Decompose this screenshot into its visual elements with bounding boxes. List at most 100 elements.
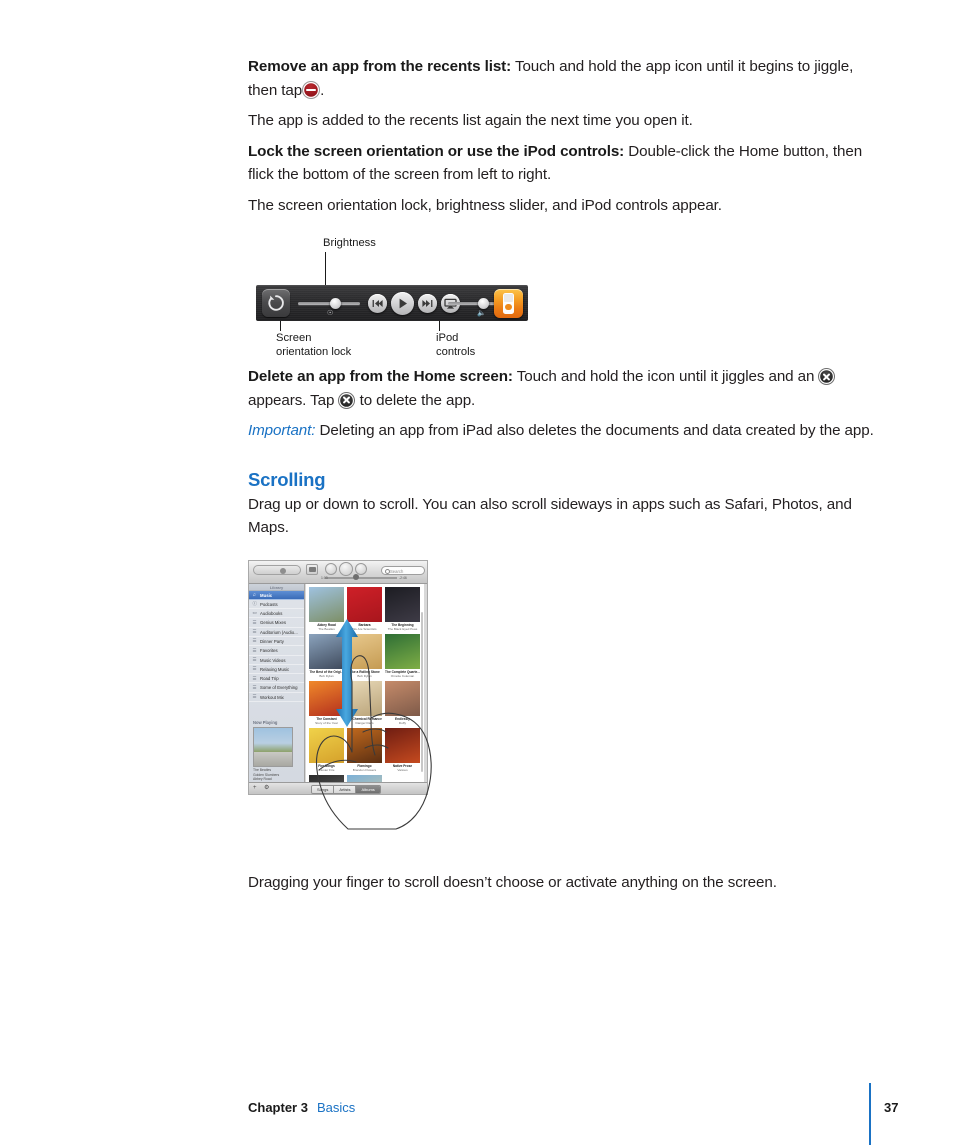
sidebar-item-auditorium-audio[interactable]: ☰ Auditorium (Audio... (249, 628, 304, 637)
ipod-app-icon-body (503, 292, 514, 314)
sidebar-item-label: Audiobooks (260, 611, 283, 617)
play-icon (399, 298, 407, 308)
sidebar-item-label: Genius Mixes (260, 620, 287, 626)
sidebar-item-label: Road Trip (260, 676, 279, 682)
section-heading-scrolling: Scrolling (248, 468, 326, 490)
volume-speaker-icon: 🔈 (477, 310, 486, 317)
sidebar-item-music[interactable]: ♫ Music (249, 590, 304, 600)
sidebar-item-label: Music (260, 592, 273, 598)
rotation-lock-button[interactable] (262, 289, 290, 317)
paragraph-lead-lock-orientation: Lock the screen orientation or use the i… (248, 142, 625, 160)
sidebar-list: ♫ Music ⓘ Podcasts ▭ Audiobooks ☰ Genius Mixes ☰… (249, 590, 304, 703)
gear-icon[interactable]: ⚙ (264, 785, 269, 791)
minus-badge-icon (303, 82, 320, 98)
paragraph-recents-readd: The app is added to the recents list aga… (248, 112, 693, 129)
delete-badge-icon-2 (339, 392, 355, 408)
sidebar-item-label: Podcasts (260, 601, 278, 607)
sidebar-item-relaxing-music[interactable]: ☰ Relaxing Music (249, 665, 304, 675)
paragraph-text-delete-app-a: Touch and hold the icon until it jiggles… (516, 368, 815, 385)
toolbar-play-button[interactable] (339, 561, 353, 576)
sidebar-item-label: Workout Mix (260, 694, 284, 700)
music-app-toolbar: 1:03 -2:46 Search (249, 560, 427, 584)
sidebar-item-label: Relaxing Music (260, 666, 290, 672)
footer-chapter-label: Chapter 3 (248, 1100, 308, 1115)
playlist-icon: ☰ (252, 694, 257, 700)
toolbar-airplay-button[interactable] (306, 563, 318, 575)
note-icon: ♫ (252, 591, 256, 597)
toolbar-next-button[interactable] (355, 562, 367, 575)
music-app-sidebar: Library ♫ Music ⓘ Podcasts ▭ Audiobooks ☰ Geniu… (249, 583, 305, 794)
important-text: Deleting an app from iPad also deletes t… (319, 422, 874, 439)
sidebar-item-label: Favorites (260, 648, 278, 654)
rotation-lock-icon (268, 295, 284, 311)
sidebar-item-some-of-everything[interactable]: ☰ Some of Everything (249, 683, 304, 693)
sidebar-item-dinner-party[interactable]: ☰ Dinner Party (249, 637, 304, 647)
callout-leader-brightness (325, 252, 326, 285)
paragraph-remove-app: Remove an app from the recents list: Tou… (248, 55, 880, 102)
paragraph-text-delete-app-b: appears. Tap (248, 391, 335, 409)
manual-page: Remove an app from the recents list: Tou… (0, 0, 954, 1145)
toolbar-volume-slider[interactable] (253, 564, 301, 575)
toolbar-search-field[interactable]: Search (381, 565, 425, 575)
book-icon: ▭ (252, 610, 257, 616)
album-cover-art (347, 586, 382, 622)
playlist-icon: ☰ (252, 666, 257, 672)
sidebar-item-podcasts[interactable]: ⓘ Podcasts (249, 600, 304, 610)
now-playing-header: Now Playing (253, 720, 278, 726)
sidebar-item-road-trip[interactable]: ☰ Road Trip (249, 674, 304, 684)
playlist-icon: ☰ (252, 656, 257, 662)
paragraph-delete-app: Delete an app from the Home screen: Touc… (248, 365, 880, 412)
hand-outline-icon (316, 654, 432, 830)
play-button[interactable] (391, 291, 414, 315)
sidebar-item-label: Music Videos (260, 657, 286, 663)
figure-scrolling-gesture: 1:03 -2:46 Search Library ♫ Music ⓘ Podcast… (248, 559, 488, 835)
next-track-button[interactable] (418, 293, 437, 313)
paragraph-scrolling-intro: Drag up or down to scroll. You can also … (248, 495, 852, 537)
ipod-app-icon-wheel (505, 303, 512, 311)
paragraph-controls-appear: The screen orientation lock, brightness … (248, 196, 722, 214)
figure-multitasking-bar: Brightness Screen orientation lock iPod … (248, 237, 548, 365)
ipod-app-icon[interactable] (494, 288, 523, 318)
important-label: Important: (248, 422, 316, 439)
callout-label-brightness: Brightness (323, 237, 376, 249)
ipod-app-icon-screen (504, 293, 513, 302)
toolbar-volume-knob[interactable] (280, 567, 286, 574)
brightness-slider-track[interactable] (298, 301, 360, 305)
album-cover-art (385, 586, 420, 622)
brightness-sun-icon: ☉ (327, 310, 334, 317)
toolbar-scrubber-knob[interactable] (353, 574, 359, 580)
sidebar-item-genius-mixes[interactable]: ☰ Genius Mixes (249, 618, 304, 628)
volume-slider-knob[interactable] (478, 297, 489, 309)
previous-track-button[interactable] (368, 293, 387, 313)
album-cover-art (309, 586, 344, 622)
paragraph-text-remove-app-end: . (320, 81, 325, 99)
sidebar-item-music-videos[interactable]: ☰ Music Videos (249, 656, 304, 665)
sidebar-item-label: Dinner Party (260, 638, 284, 644)
paragraph-text-delete-app-c: to delete the app. (359, 391, 476, 409)
toolbar-scrubber[interactable] (325, 574, 397, 580)
sidebar-item-workout-mix[interactable]: ☰ Workout Mix (249, 693, 304, 703)
paragraph-lead-delete-app: Delete an app from the Home screen: (248, 368, 513, 385)
now-playing-artwork (253, 726, 293, 767)
now-playing-metadata: The Beatles Golden Slumbers Abbey Road (253, 768, 301, 781)
page-content: Remove an app from the recents list: Tou… (248, 55, 880, 901)
toolbar-previous-button[interactable] (325, 562, 337, 575)
toolbar-time-remaining: -2:46 (399, 575, 407, 580)
podcast-icon: ⓘ (252, 601, 257, 607)
sidebar-header-library: Library (249, 583, 304, 591)
sidebar-item-label: Auditorium (Audio... (260, 629, 298, 635)
callout-label-ipod-controls: iPod controls (436, 332, 476, 358)
next-track-icon (422, 299, 433, 307)
footer-section-label[interactable]: Basics (317, 1100, 355, 1115)
plus-icon[interactable]: + (253, 785, 257, 791)
playlist-icon: ☰ (252, 684, 257, 690)
multitasking-bar: ☉ 🔈 (256, 285, 528, 321)
sidebar-item-audiobooks[interactable]: ▭ Audiobooks (249, 609, 304, 619)
playlist-icon: ☰ (252, 675, 257, 681)
paragraph-important-note: Important: Deleting an app from iPad als… (248, 419, 880, 443)
paragraph-lock-orientation: Lock the screen orientation or use the i… (248, 140, 880, 187)
footer-page-number: 37 (884, 1100, 899, 1115)
sidebar-item-favorites[interactable]: ☰ Favorites (249, 646, 304, 656)
page-footer: Chapter 3 Basics (248, 1100, 880, 1115)
brightness-slider-knob[interactable] (330, 297, 341, 309)
